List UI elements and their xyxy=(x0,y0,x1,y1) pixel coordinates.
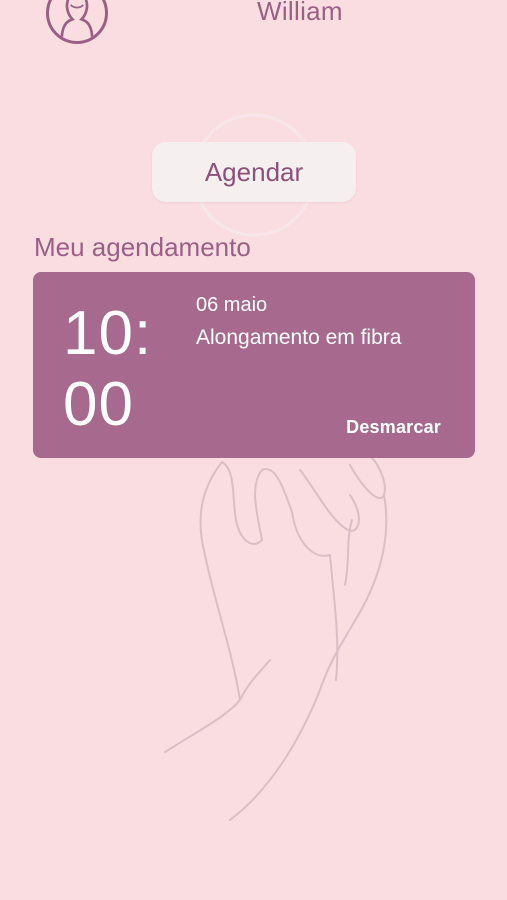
appointment-card[interactable]: 10: 00 06 maio Alongamento em fibra Desm… xyxy=(33,272,475,458)
appointment-service: Alongamento em fibra xyxy=(196,326,402,349)
avatar-icon xyxy=(60,0,94,41)
appointment-time-hour: 10: xyxy=(63,299,153,368)
appointment-time-minute: 00 xyxy=(63,370,134,439)
avatar[interactable] xyxy=(46,0,108,44)
appointment-date: 06 maio xyxy=(196,294,268,316)
schedule-button[interactable]: Agendar xyxy=(152,142,356,202)
cancel-button[interactable]: Desmarcar xyxy=(346,417,441,438)
section-title: Meu agendamento xyxy=(34,232,251,262)
user-name: William xyxy=(257,0,343,26)
